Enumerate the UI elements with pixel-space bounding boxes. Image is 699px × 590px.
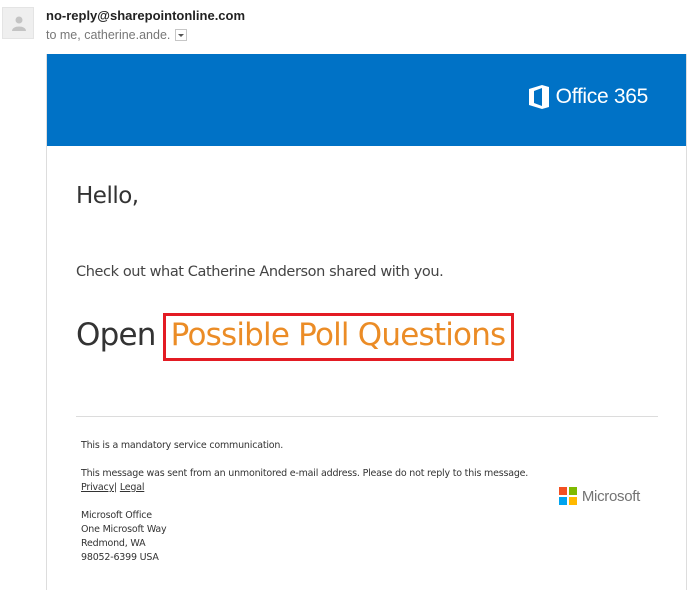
open-prefix: Open [76, 317, 156, 353]
footer-divider [76, 416, 658, 417]
logo-square-green [568, 487, 577, 495]
footer-links: Privacy| Legal [81, 481, 528, 495]
logo-square-red [558, 487, 567, 495]
microsoft-wordmark: Microsoft [581, 487, 640, 505]
footer: This is a mandatory service communicatio… [81, 439, 528, 565]
brand-text: Office 365 [555, 85, 649, 108]
address-line-1: Microsoft Office [81, 510, 152, 521]
unmonitored-notice: This message was sent from an unmonitore… [81, 468, 529, 479]
microsoft-windows-icon [558, 487, 577, 505]
logo-square-blue [558, 497, 567, 505]
person-icon [12, 16, 26, 31]
office-banner: Office 365 [47, 54, 686, 146]
address-line-2: One Microsoft Way [81, 524, 167, 535]
microsoft-logo: Microsoft [558, 487, 640, 505]
greeting: Hello, [76, 183, 139, 209]
recipients-text: to me, catherine.ande. [46, 28, 171, 42]
open-document-line: Open Possible Poll Questions [76, 313, 515, 361]
share-message: Check out what Catherine Anderson shared… [76, 264, 444, 280]
sender-address: no-reply@sharepointonline.com [46, 8, 246, 23]
show-details-button[interactable] [175, 29, 188, 41]
address-line-4: 98052-6399 USA [81, 552, 159, 563]
sender-avatar[interactable] [2, 7, 34, 39]
recipients-line: to me, catherine.ande. [46, 28, 188, 42]
logo-square-yellow [568, 497, 577, 505]
address-line-3: Redmond, WA [81, 538, 146, 549]
office-logo-icon [528, 85, 549, 109]
mandatory-notice: This is a mandatory service communicatio… [81, 440, 284, 451]
document-link[interactable]: Possible Poll Questions [162, 313, 515, 361]
legal-link[interactable]: Legal [120, 482, 145, 493]
office-365-logo: Office 365 [528, 85, 649, 109]
link-separator: | [114, 482, 118, 493]
email-body-card: Office 365 Hello, Check out what Catheri… [46, 54, 687, 590]
privacy-link[interactable]: Privacy [81, 482, 114, 493]
